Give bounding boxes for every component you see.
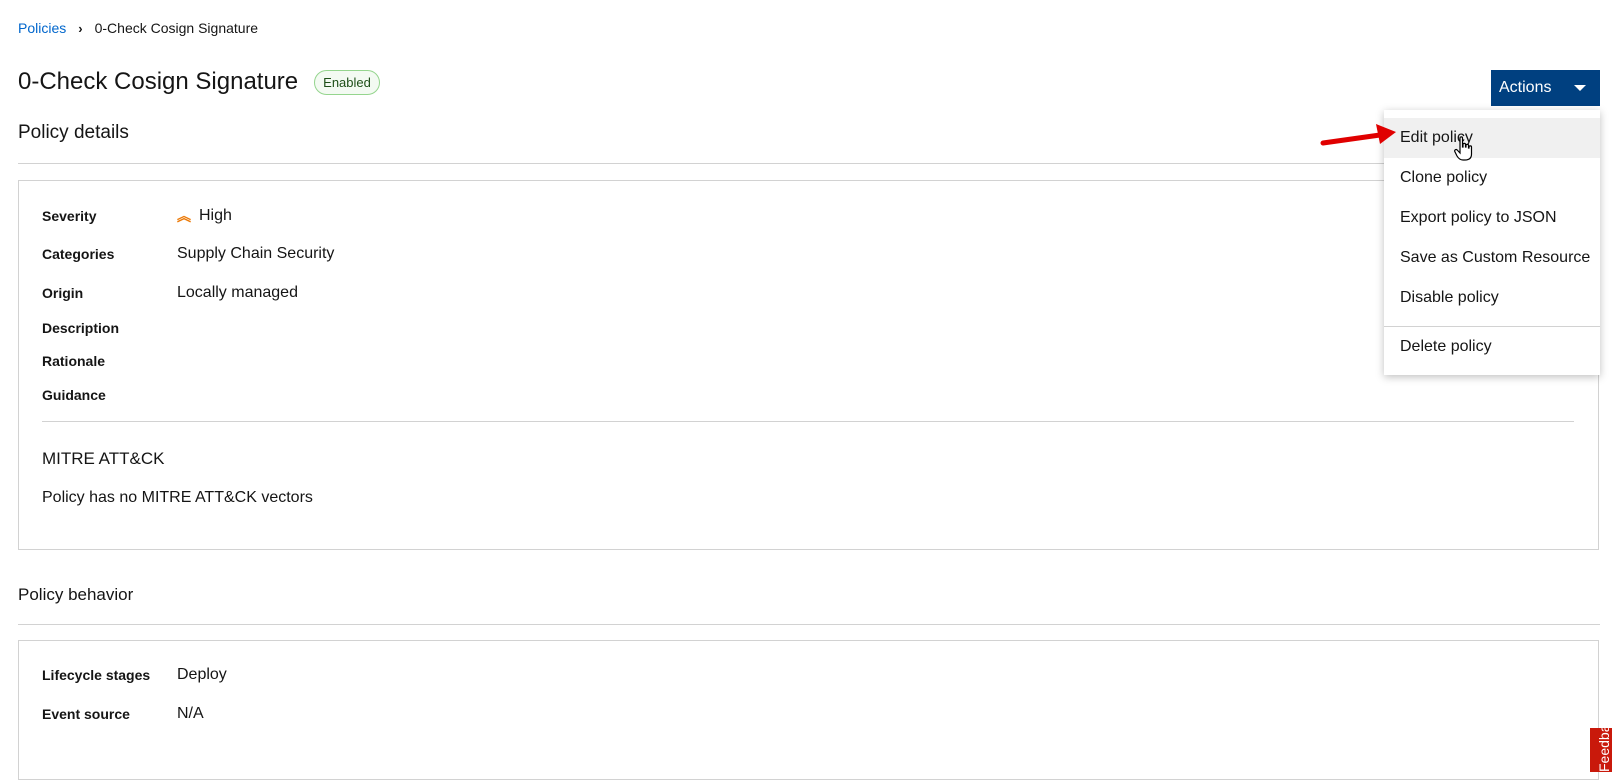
detail-label: Guidance [42, 387, 106, 403]
actions-button-label: Actions [1499, 79, 1552, 96]
breadcrumb-policies-link[interactable]: Policies [18, 20, 66, 36]
menu-item-save-custom-resource[interactable]: Save as Custom Resource [1384, 238, 1600, 278]
detail-row-severity: Severity ︽ High [42, 206, 232, 226]
detail-value: Deploy [177, 666, 227, 683]
menu-item-clone-policy[interactable]: Clone policy [1384, 158, 1600, 198]
chevron-right-icon: › [78, 20, 83, 36]
section-divider [18, 163, 1600, 164]
actions-button[interactable]: Actions [1491, 70, 1600, 106]
detail-value: ︽ High [177, 206, 232, 226]
detail-value: N/A [177, 705, 204, 722]
detail-label: Severity [42, 208, 97, 224]
double-chevron-up-icon: ︽ [177, 208, 191, 224]
policy-details-title: Policy details [18, 122, 129, 143]
detail-label: Rationale [42, 353, 106, 369]
caret-down-icon [1574, 85, 1586, 91]
detail-label: Origin [42, 285, 84, 301]
detail-row-categories: Categories Supply Chain Security [42, 245, 334, 263]
detail-label: Description [42, 320, 120, 336]
detail-row-guidance: Guidance [42, 387, 177, 403]
policy-behavior-card [18, 640, 1599, 780]
detail-value: Locally managed [177, 284, 298, 301]
menu-item-edit-policy[interactable]: Edit policy [1384, 118, 1600, 158]
detail-row-origin: Origin Locally managed [42, 284, 298, 302]
status-badge: Enabled [314, 69, 380, 95]
breadcrumb-current: 0-Check Cosign Signature [94, 20, 259, 36]
card-divider [42, 421, 1574, 422]
page-header: 0-Check Cosign Signature Enabled [18, 68, 380, 96]
menu-item-disable-policy[interactable]: Disable policy [1384, 278, 1600, 318]
page-title: 0-Check Cosign Signature [18, 68, 299, 95]
mitre-empty-text: Policy has no MITRE ATT&CK vectors [42, 489, 313, 506]
section-divider [18, 624, 1600, 625]
behavior-row-event-source: Event source N/A [42, 705, 204, 723]
menu-item-export-json[interactable]: Export policy to JSON [1384, 198, 1600, 238]
detail-row-rationale: Rationale [42, 353, 177, 369]
breadcrumb: Policies › 0-Check Cosign Signature [18, 20, 258, 36]
behavior-row-lifecycle: Lifecycle stages Deploy [42, 666, 227, 684]
mitre-title: MITRE ATT&CK [42, 449, 165, 468]
actions-menu: Edit policy Clone policy Export policy t… [1384, 110, 1600, 375]
severity-value: High [199, 207, 232, 224]
policy-behavior-title: Policy behavior [18, 585, 134, 604]
detail-value: Supply Chain Security [177, 245, 335, 262]
detail-label: Lifecycle stages [42, 667, 151, 683]
feedback-tab[interactable]: Feedback [1590, 728, 1612, 772]
feedback-label: Feedback [1596, 728, 1612, 772]
detail-label: Categories [42, 246, 115, 262]
detail-row-description: Description [42, 320, 177, 336]
menu-item-delete-policy[interactable]: Delete policy [1384, 327, 1600, 367]
hand-pointer-icon [1454, 136, 1473, 161]
red-arrow-annotation [1320, 124, 1396, 146]
detail-label: Event source [42, 706, 130, 722]
